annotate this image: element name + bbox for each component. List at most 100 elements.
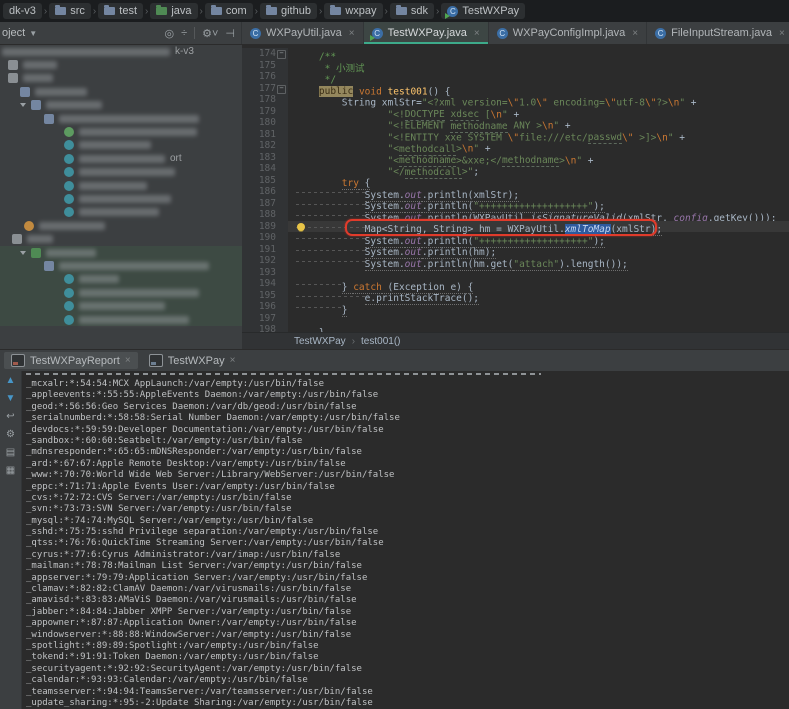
intention-bulb-icon[interactable] <box>297 223 305 231</box>
locate-icon[interactable]: ◎ <box>164 27 174 40</box>
code-token: ?> <box>656 98 667 109</box>
code-token: passwd <box>588 132 622 144</box>
down-stack-trace-icon[interactable]: ▼ <box>6 393 16 405</box>
close-tab-icon[interactable]: × <box>125 355 131 366</box>
print-icon[interactable]: ▤ <box>6 447 15 459</box>
tree-expand-arrow-icon[interactable] <box>20 251 26 255</box>
line-number[interactable]: 196 <box>242 301 288 313</box>
line-number[interactable]: 192 <box>242 255 288 267</box>
tree-row[interactable] <box>0 192 242 205</box>
breadcrumb-member[interactable]: test001() <box>361 336 400 347</box>
fold-marker-icon[interactable]: − <box>277 85 286 94</box>
tree-row[interactable] <box>0 273 242 286</box>
line-number[interactable]: 189 <box>242 221 288 233</box>
line-number[interactable]: 198 <box>242 324 288 332</box>
project-panel-title-group[interactable]: oject ▼ <box>2 27 37 39</box>
line-number[interactable]: 177− <box>242 83 288 95</box>
tree-row[interactable] <box>0 206 242 219</box>
line-number[interactable]: 181 <box>242 129 288 141</box>
line-number[interactable]: 193 <box>242 267 288 279</box>
tree-row[interactable] <box>0 112 242 125</box>
code-line-174: 174−/** <box>242 48 789 60</box>
line-number[interactable]: 180 <box>242 117 288 129</box>
breadcrumb-item-wxpay[interactable]: wxpay <box>324 3 382 19</box>
breadcrumb-item-label: sdk <box>411 5 428 17</box>
close-tab-icon[interactable]: × <box>632 28 638 39</box>
tree-row[interactable] <box>0 125 242 138</box>
breadcrumb-item-sdk[interactable]: sdk <box>390 3 434 19</box>
line-number[interactable]: 178 <box>242 94 288 106</box>
code-line-text: "<methodcall>\n" + <box>288 140 491 152</box>
line-number[interactable]: 191 <box>242 244 288 256</box>
line-number[interactable]: 176 <box>242 71 288 83</box>
close-tab-icon[interactable]: × <box>349 28 355 39</box>
indent-whitespace <box>296 60 319 72</box>
line-number[interactable]: 183 <box>242 152 288 164</box>
tree-row[interactable] <box>0 286 242 299</box>
breadcrumb-item-com[interactable]: com <box>205 3 253 19</box>
tree-expand-arrow-icon[interactable] <box>20 103 26 107</box>
close-tab-icon[interactable]: × <box>230 355 236 366</box>
scroll-to-end-icon[interactable]: ⚙ <box>6 429 15 441</box>
line-number[interactable]: 175 <box>242 60 288 72</box>
folder-icon <box>44 114 54 124</box>
tree-row[interactable] <box>0 259 242 272</box>
breadcrumb-item-java[interactable]: java <box>150 3 197 19</box>
chevron-down-icon: ▼ <box>29 29 37 38</box>
tree-row[interactable] <box>0 99 242 112</box>
clear-all-icon[interactable]: ▦ <box>6 465 15 477</box>
editor-tab-wxpayconfigimpl-java[interactable]: CWXPayConfigImpl.java× <box>489 22 647 44</box>
editor-tab-wxpayutil-java[interactable]: CWXPayUtil.java× <box>242 22 364 44</box>
line-number[interactable]: 182 <box>242 140 288 152</box>
breadcrumb-item-github[interactable]: github <box>260 3 317 19</box>
tree-row[interactable] <box>0 166 242 179</box>
line-number[interactable]: 185 <box>242 175 288 187</box>
tree-item-label-redacted <box>59 115 199 123</box>
run-tab-testwxpay[interactable]: TestWXPay× <box>142 352 243 369</box>
line-number[interactable]: 190 <box>242 232 288 244</box>
line-number[interactable]: 187 <box>242 198 288 210</box>
up-stack-trace-icon[interactable]: ▲ <box>6 375 16 387</box>
line-number[interactable]: 174− <box>242 48 288 60</box>
code-line-175: 175 * 小测试 <box>242 60 789 72</box>
collapse-all-icon[interactable]: ÷ <box>181 27 187 39</box>
editor-tab-testwxpay-java[interactable]: CTestWXPay.java× <box>364 22 489 44</box>
line-number[interactable]: 194 <box>242 278 288 290</box>
tree-row[interactable] <box>0 139 242 152</box>
tree-row[interactable] <box>0 313 242 326</box>
tree-row[interactable]: k-v3 <box>0 45 242 58</box>
breadcrumb-item-test[interactable]: test <box>98 3 143 19</box>
tree-row[interactable] <box>0 58 242 71</box>
line-number[interactable]: 197 <box>242 313 288 325</box>
breadcrumb-class[interactable]: TestWXPay <box>294 336 346 347</box>
tree-row[interactable] <box>0 179 242 192</box>
editor-tab-fileinputstream-java[interactable]: CFileInputStream.java× <box>647 22 789 44</box>
breadcrumb-item-testwxpay[interactable]: CTestWXPay <box>441 3 525 19</box>
line-number[interactable]: 188 <box>242 209 288 221</box>
line-number[interactable]: 195 <box>242 290 288 302</box>
tree-row[interactable] <box>0 219 242 232</box>
breadcrumb-item-src[interactable]: src <box>49 3 91 19</box>
line-number[interactable]: 179 <box>242 106 288 118</box>
line-number[interactable]: 186 <box>242 186 288 198</box>
fold-marker-icon[interactable]: − <box>277 50 286 59</box>
close-tab-icon[interactable]: × <box>474 28 480 39</box>
code-editor[interactable]: 174−/**175 * 小测试176 */177−public void te… <box>242 45 789 332</box>
breadcrumb-chevron-icon: › <box>145 6 148 17</box>
soft-wrap-icon[interactable]: ↩ <box>6 411 14 423</box>
tree-row[interactable]: ort <box>0 152 242 165</box>
tree-row[interactable] <box>0 232 242 245</box>
tree-row[interactable] <box>0 246 242 259</box>
hide-panel-icon[interactable]: ⊣ <box>225 27 235 40</box>
settings-icon[interactable]: ⚙˅ <box>202 27 218 40</box>
line-number[interactable]: 184 <box>242 163 288 175</box>
tree-row[interactable] <box>0 85 242 98</box>
breadcrumb-item-dk-v3[interactable]: dk-v3 <box>3 3 42 19</box>
code-line-196: 196} <box>242 301 789 313</box>
run-tab-testwxpayreport[interactable]: TestWXPayReport× <box>4 352 138 369</box>
code-line-181: 181"<!ENTITY xxe SYSTEM \"file:///etc/pa… <box>242 129 789 141</box>
console-output[interactable]: _mcxalr:*:54:54:MCX AppLaunch:/var/empty… <box>22 371 789 709</box>
tree-row[interactable] <box>0 72 242 85</box>
close-tab-icon[interactable]: × <box>779 28 785 39</box>
tree-row[interactable] <box>0 299 242 312</box>
